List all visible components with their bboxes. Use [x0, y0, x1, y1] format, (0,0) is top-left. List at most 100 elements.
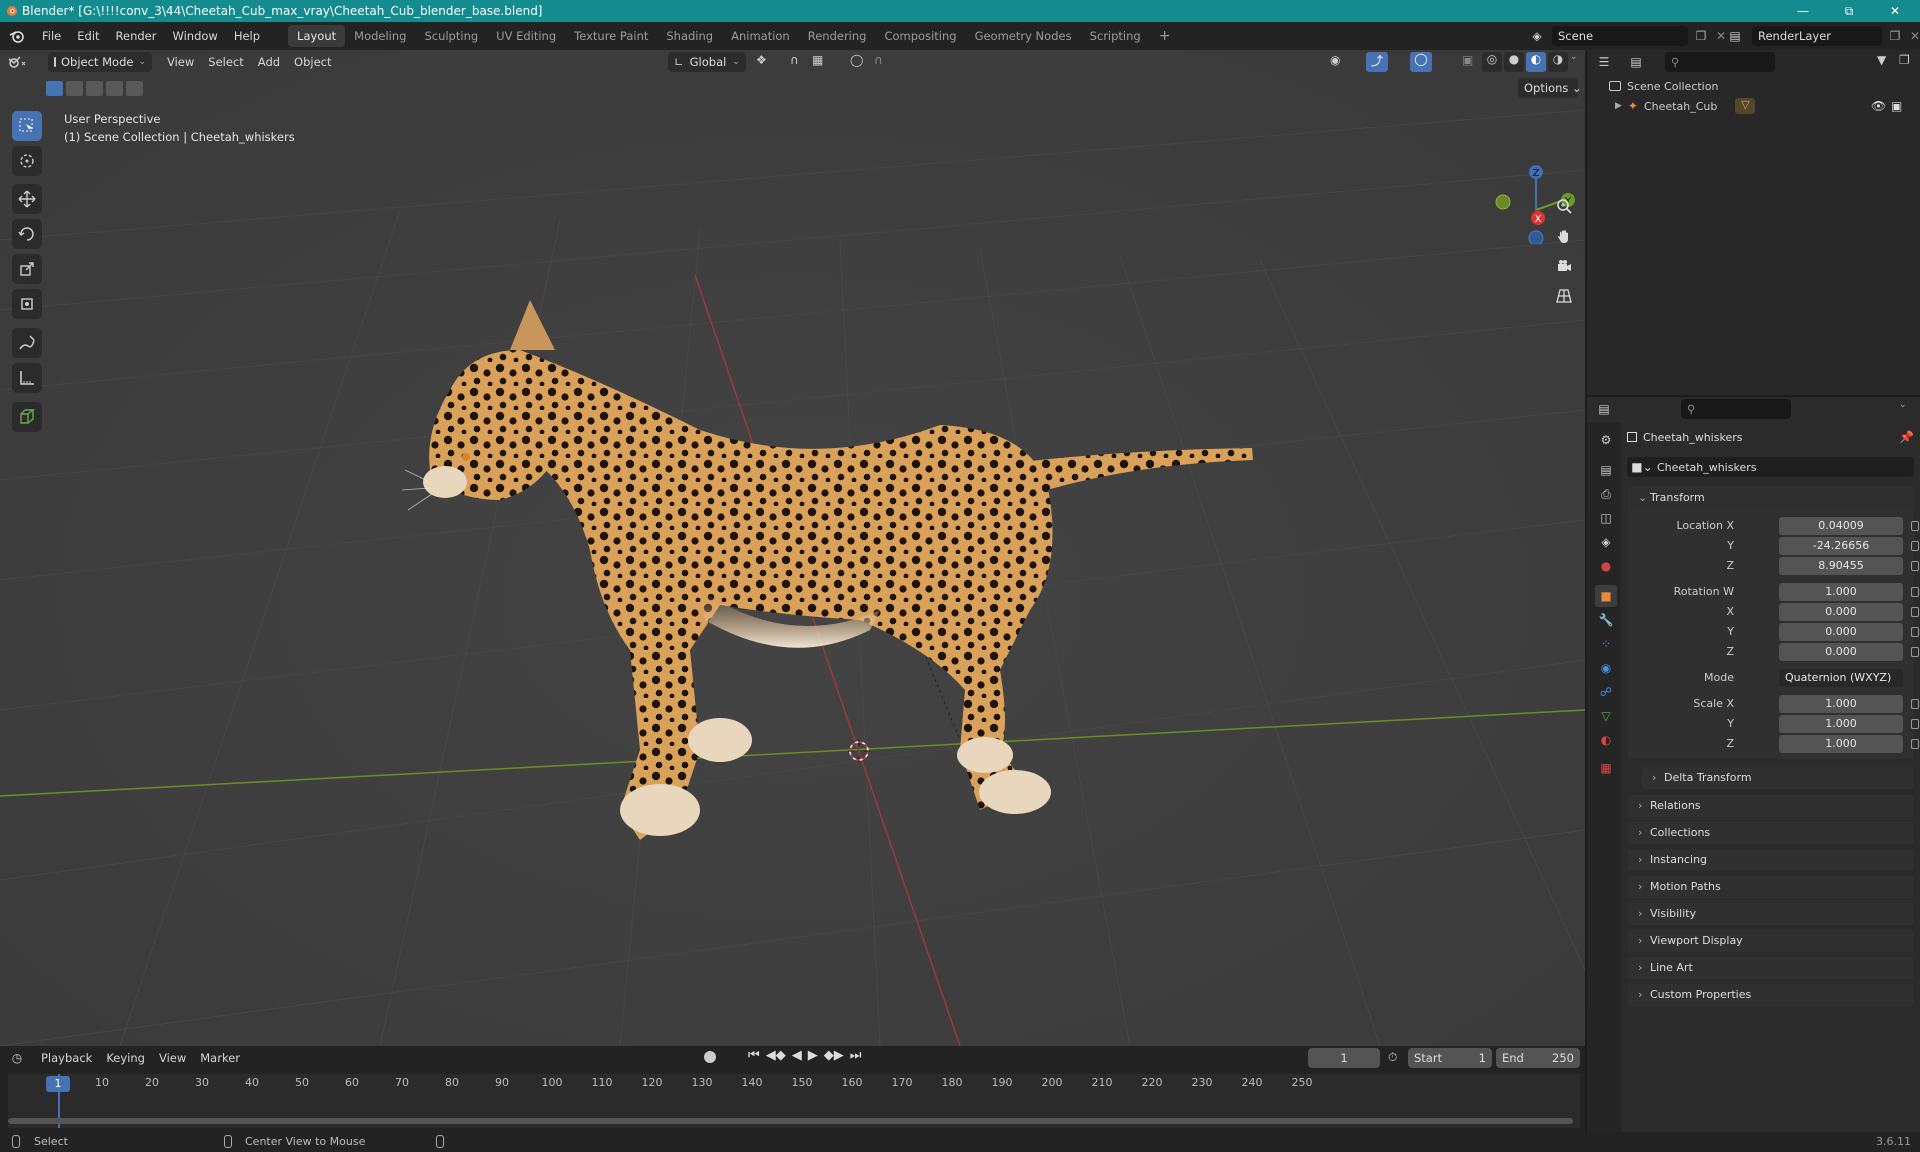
- mode-dropdown[interactable]: Object Mode ⌄: [48, 52, 152, 72]
- lock-icon[interactable]: [1911, 739, 1919, 749]
- properties-options-chevron-icon[interactable]: ⌄: [1899, 400, 1907, 410]
- lock-icon[interactable]: [1911, 627, 1919, 637]
- menu-help[interactable]: Help: [226, 22, 268, 50]
- properties-editor-type-icon[interactable]: ▤: [1587, 402, 1621, 416]
- xray-toggle-icon[interactable]: ▣: [1462, 53, 1473, 67]
- delta-transform-panel[interactable]: › Delta Transform: [1642, 767, 1914, 789]
- new-collection-icon[interactable]: ❐: [1899, 53, 1910, 67]
- snap-magnet-icon[interactable]: ∩: [790, 53, 799, 67]
- menu-object[interactable]: Object: [287, 55, 338, 69]
- add-cube-tool-icon[interactable]: [12, 402, 42, 432]
- location-x-field[interactable]: 0.04009: [1779, 517, 1903, 535]
- tab-layout[interactable]: Layout: [288, 25, 346, 47]
- scene-name-field[interactable]: Scene: [1552, 26, 1688, 46]
- outliner-editor-type-icon[interactable]: ☰: [1587, 55, 1621, 69]
- lock-icon[interactable]: [1911, 719, 1919, 729]
- transform-tool-icon[interactable]: [12, 289, 42, 319]
- location-z-field[interactable]: 8.90455: [1779, 557, 1903, 575]
- menu-add[interactable]: Add: [251, 55, 287, 69]
- menu-window[interactable]: Window: [164, 22, 225, 50]
- menu-view[interactable]: View: [160, 55, 201, 69]
- cheetah-cub-model[interactable]: [0, 50, 1585, 1046]
- rotation-y-field[interactable]: 0.000: [1779, 623, 1903, 641]
- display-mode-icon[interactable]: ▤: [1621, 55, 1651, 69]
- end-frame-field[interactable]: End 250: [1496, 1048, 1580, 1068]
- pivot-point-icon[interactable]: ❖: [756, 53, 767, 67]
- select-intersect-icon[interactable]: [126, 81, 143, 96]
- instancing-panel[interactable]: › Instancing: [1628, 849, 1914, 871]
- transform-orientation-dropdown[interactable]: ∟ Global ⌄: [668, 52, 746, 72]
- move-tool-icon[interactable]: [12, 184, 42, 214]
- tab-shading[interactable]: Shading: [657, 25, 722, 47]
- options-dropdown[interactable]: Options ⌄: [1518, 78, 1582, 98]
- output-tab-icon[interactable]: ⎙: [1595, 483, 1617, 505]
- overlays-toggle-icon[interactable]: ◯: [1410, 52, 1432, 72]
- tab-uv-editing[interactable]: UV Editing: [487, 25, 565, 47]
- visibility-filter-icon[interactable]: ◉: [1330, 53, 1340, 67]
- proportional-edit-icon[interactable]: ◯: [850, 53, 863, 67]
- blender-menu-icon[interactable]: [0, 29, 34, 43]
- scale-tool-icon[interactable]: [12, 254, 42, 284]
- lock-icon[interactable]: [1911, 541, 1919, 551]
- select-new-icon[interactable]: [46, 81, 63, 96]
- cursor-tool-icon[interactable]: [12, 146, 42, 176]
- snap-target-icon[interactable]: ▦: [812, 53, 823, 67]
- collections-panel[interactable]: › Collections: [1628, 822, 1914, 844]
- measure-tool-icon[interactable]: [12, 363, 42, 393]
- new-scene-icon[interactable]: ❐: [1692, 29, 1710, 43]
- menu-edit[interactable]: Edit: [69, 22, 107, 50]
- tab-animation[interactable]: Animation: [722, 25, 799, 47]
- previous-keyframe-icon[interactable]: ◀◆: [766, 1048, 786, 1063]
- next-keyframe-icon[interactable]: ◆▶: [824, 1048, 844, 1063]
- location-y-field[interactable]: -24.26656: [1779, 537, 1903, 555]
- perspective-toggle-icon[interactable]: [1552, 284, 1576, 308]
- jump-start-icon[interactable]: ⏮: [748, 1048, 760, 1063]
- timeline-scrollbar[interactable]: [8, 1118, 1573, 1124]
- outliner-item-cheetah-cub[interactable]: ▶ ✦ Cheetah_Cub ▽ 👁 ▣: [1615, 97, 1915, 115]
- rendered-shading-icon[interactable]: ◑: [1548, 52, 1568, 72]
- lock-icon[interactable]: [1911, 587, 1919, 597]
- expand-arrow-icon[interactable]: ▶: [1615, 101, 1622, 111]
- camera-view-icon[interactable]: [1552, 254, 1576, 278]
- tool-tab-icon[interactable]: ⚙: [1595, 429, 1617, 451]
- line-art-panel[interactable]: › Line Art: [1628, 957, 1914, 979]
- relations-panel[interactable]: › Relations: [1628, 795, 1914, 817]
- playhead-frame-badge[interactable]: 1: [46, 1076, 70, 1092]
- scale-z-field[interactable]: 1.000: [1779, 735, 1903, 753]
- delete-view-layer-icon[interactable]: ✕: [1908, 29, 1920, 43]
- select-box-tool-icon[interactable]: [12, 111, 42, 141]
- new-view-layer-icon[interactable]: ❐: [1886, 29, 1904, 43]
- editor-type-icon[interactable]: [0, 55, 34, 69]
- select-invert-icon[interactable]: [106, 81, 123, 96]
- visibility-panel[interactable]: › Visibility: [1628, 903, 1914, 925]
- custom-properties-panel[interactable]: › Custom Properties: [1628, 984, 1914, 1006]
- 3d-viewport[interactable]: Object Mode ⌄ View Select Add Object ∟ G…: [0, 50, 1585, 1046]
- shading-options-chevron-icon[interactable]: ⌄: [1570, 52, 1584, 72]
- menu-marker[interactable]: Marker: [193, 1051, 247, 1065]
- falloff-curve-icon[interactable]: ∩: [874, 53, 883, 67]
- stopwatch-icon[interactable]: ⏱: [1388, 1050, 1397, 1065]
- material-preview-shading-icon[interactable]: ◐: [1526, 52, 1546, 72]
- menu-select[interactable]: Select: [201, 55, 250, 69]
- menu-render[interactable]: Render: [108, 22, 165, 50]
- rotation-x-field[interactable]: 0.000: [1779, 603, 1903, 621]
- tab-scripting[interactable]: Scripting: [1081, 25, 1150, 47]
- render-camera-icon[interactable]: ▣: [1891, 99, 1902, 113]
- lock-icon[interactable]: [1911, 521, 1919, 531]
- timeline-track-area[interactable]: 1102030405060708090100110120130140150160…: [8, 1074, 1580, 1128]
- rotation-w-field[interactable]: 1.000: [1779, 583, 1903, 601]
- rotation-z-field[interactable]: 0.000: [1779, 643, 1903, 661]
- transform-panel-header[interactable]: ⌄ Transform: [1628, 487, 1914, 509]
- tab-modeling[interactable]: Modeling: [345, 25, 415, 47]
- gizmo-toggle-icon[interactable]: ⤴: [1366, 52, 1388, 72]
- outliner-search-input[interactable]: ⚲: [1665, 52, 1775, 72]
- play-reverse-icon[interactable]: ◀: [792, 1048, 802, 1063]
- play-icon[interactable]: ▶: [808, 1048, 818, 1063]
- tab-sculpting[interactable]: Sculpting: [415, 25, 487, 47]
- tab-compositing[interactable]: Compositing: [875, 25, 965, 47]
- close-button[interactable]: ✕: [1872, 0, 1918, 22]
- current-frame-field[interactable]: 1: [1308, 1048, 1380, 1068]
- pan-hand-icon[interactable]: [1552, 224, 1576, 248]
- start-frame-field[interactable]: Start 1: [1408, 1048, 1492, 1068]
- record-keyframes-icon[interactable]: [704, 1051, 716, 1063]
